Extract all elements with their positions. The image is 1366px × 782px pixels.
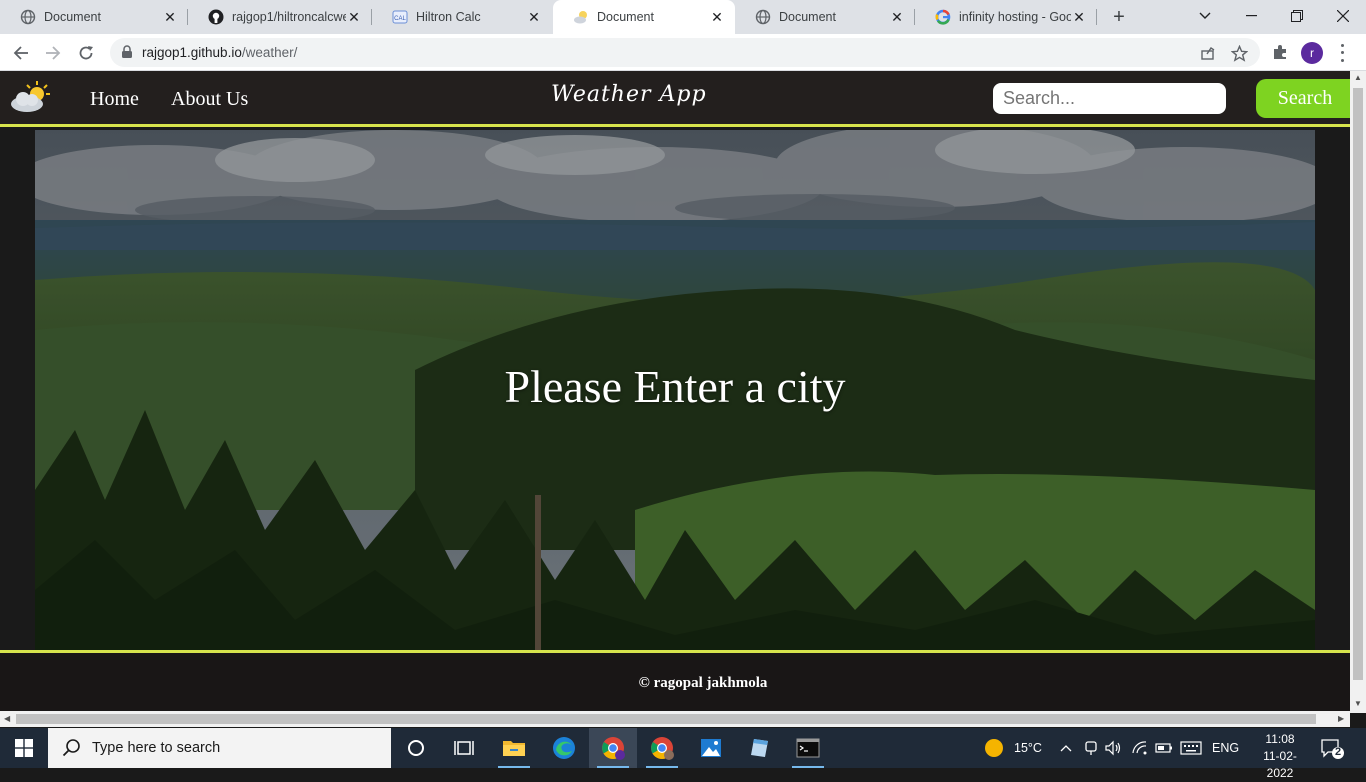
nav-about-link[interactable]: About Us bbox=[171, 88, 248, 111]
back-arrow-icon[interactable] bbox=[8, 40, 34, 66]
windows-logo-icon bbox=[15, 739, 33, 757]
horizontal-scrollbar[interactable]: ◀ ▶ bbox=[0, 711, 1350, 727]
browser-toolbar: rajgop1.github.io/weather/ r bbox=[0, 34, 1366, 71]
site-navbar: Home About Us Weather App Search bbox=[0, 71, 1350, 127]
address-bar[interactable]: rajgop1.github.io/weather/ bbox=[110, 38, 1260, 67]
file-explorer-icon[interactable] bbox=[490, 728, 538, 768]
hero-message: Please Enter a city bbox=[504, 361, 846, 412]
calc-icon: CAL bbox=[392, 9, 408, 25]
cortana-circle-icon[interactable] bbox=[392, 728, 440, 768]
weather-logo-icon[interactable] bbox=[9, 80, 51, 114]
search-button[interactable]: Search bbox=[1256, 79, 1350, 118]
tab-search-icon[interactable] bbox=[1182, 0, 1228, 32]
browser-tab-4-active[interactable]: Document ✕ bbox=[553, 0, 735, 34]
close-tab-icon[interactable]: ✕ bbox=[1071, 9, 1087, 25]
tab-title: rajgop1/hiltroncalcwe bbox=[232, 10, 346, 24]
notification-center-icon[interactable]: 2 bbox=[1320, 738, 1344, 760]
horizontal-scroll-thumb[interactable] bbox=[16, 714, 1316, 724]
tab-title: Document bbox=[44, 10, 101, 24]
clock-time: 11:08 bbox=[1265, 732, 1295, 746]
github-icon bbox=[208, 9, 224, 25]
wifi-icon[interactable] bbox=[1131, 728, 1149, 768]
battery-icon[interactable] bbox=[1155, 728, 1173, 768]
minimize-button[interactable] bbox=[1228, 0, 1274, 32]
browser-tab-2[interactable]: rajgop1/hiltroncalcwe ✕ bbox=[188, 0, 372, 34]
show-hidden-icons-chevron-icon[interactable] bbox=[1060, 728, 1072, 768]
url-path: /weather/ bbox=[241, 45, 298, 60]
scroll-up-arrow-icon[interactable]: ▲ bbox=[1354, 73, 1362, 82]
volume-icon[interactable] bbox=[1105, 728, 1123, 768]
touch-keyboard-icon[interactable] bbox=[1180, 728, 1202, 768]
photos-app-icon[interactable] bbox=[687, 728, 735, 768]
meet-now-icon[interactable] bbox=[1084, 728, 1098, 768]
tab-title: infinity hosting - Goo bbox=[959, 10, 1071, 24]
weather-icon bbox=[573, 9, 589, 25]
browser-tab-6[interactable]: infinity hosting - Goo ✕ bbox=[915, 0, 1097, 34]
taskbar-search-placeholder: Type here to search bbox=[92, 740, 221, 756]
weather-temperature: 15°C bbox=[1014, 741, 1042, 755]
notepad-app-icon[interactable] bbox=[736, 728, 784, 768]
sun-icon bbox=[985, 739, 1003, 757]
edge-browser-icon[interactable] bbox=[540, 728, 588, 768]
reload-icon[interactable] bbox=[73, 40, 99, 66]
close-tab-icon[interactable]: ✕ bbox=[526, 9, 542, 25]
language-indicator[interactable]: ENG bbox=[1212, 728, 1239, 768]
terminal-app-icon[interactable] bbox=[784, 728, 832, 768]
vertical-scrollbar[interactable]: ▲ ▼ bbox=[1350, 71, 1366, 713]
url-host: rajgop1.github.io bbox=[142, 45, 242, 60]
extensions-puzzle-icon[interactable] bbox=[1270, 42, 1290, 62]
search-icon bbox=[62, 739, 80, 757]
tab-title: Document bbox=[597, 10, 654, 24]
taskbar-search-box[interactable]: Type here to search bbox=[48, 728, 391, 768]
tab-title: Document bbox=[779, 10, 836, 24]
browser-tab-1[interactable]: Document ✕ bbox=[0, 0, 188, 34]
close-tab-icon[interactable]: ✕ bbox=[162, 9, 178, 25]
restore-button[interactable] bbox=[1274, 0, 1320, 32]
scroll-down-arrow-icon[interactable]: ▼ bbox=[1354, 699, 1362, 708]
vertical-scroll-thumb[interactable] bbox=[1353, 88, 1363, 680]
notification-count: 2 bbox=[1334, 746, 1342, 758]
windows-taskbar: Type here to search 15°C ENG 11:08 11-02… bbox=[0, 728, 1366, 780]
scroll-left-arrow-icon[interactable]: ◀ bbox=[4, 714, 10, 723]
browser-menu-icon[interactable] bbox=[1334, 42, 1350, 64]
browser-tab-5[interactable]: Document ✕ bbox=[735, 0, 915, 34]
new-tab-button[interactable]: + bbox=[1108, 6, 1130, 28]
browser-tab-strip: Document ✕ rajgop1/hiltroncalcwe ✕ CAL H… bbox=[0, 0, 1366, 34]
tab-title: Hiltron Calc bbox=[416, 10, 481, 24]
close-tab-icon[interactable]: ✕ bbox=[346, 9, 362, 25]
clock-date: 11-02-2022 bbox=[1263, 749, 1297, 780]
lock-icon bbox=[122, 45, 132, 58]
globe-icon bbox=[755, 9, 771, 25]
browser-tab-3[interactable]: CAL Hiltron Calc ✕ bbox=[372, 0, 552, 34]
windows-start-button[interactable] bbox=[0, 728, 48, 768]
site-brand-title: Weather App bbox=[551, 82, 707, 107]
forward-arrow-icon[interactable] bbox=[40, 40, 66, 66]
task-view-icon[interactable] bbox=[440, 728, 488, 768]
scroll-right-arrow-icon[interactable]: ▶ bbox=[1338, 714, 1344, 723]
url-text: rajgop1.github.io/weather/ bbox=[142, 45, 297, 60]
close-window-button[interactable] bbox=[1320, 0, 1366, 32]
bookmark-star-icon[interactable] bbox=[1230, 44, 1248, 62]
chrome-profile-1-icon[interactable] bbox=[589, 728, 637, 768]
weather-widget[interactable]: 15°C bbox=[984, 728, 1042, 768]
svg-text:CAL: CAL bbox=[394, 16, 406, 22]
google-icon bbox=[935, 9, 951, 25]
chrome-profile-2-icon[interactable] bbox=[638, 728, 686, 768]
close-tab-icon[interactable]: ✕ bbox=[709, 9, 725, 25]
taskbar-clock[interactable]: 11:08 11-02-2022 bbox=[1252, 731, 1308, 782]
profile-avatar[interactable]: r bbox=[1301, 42, 1323, 64]
weather-app-page: Home About Us Weather App Search... Sear… bbox=[0, 71, 1350, 713]
footer-copyright: © ragopal jakhmola bbox=[638, 675, 768, 691]
site-footer: © ragopal jakhmola bbox=[0, 650, 1350, 713]
share-icon[interactable] bbox=[1199, 44, 1217, 62]
hero-banner: Please Enter a city bbox=[35, 130, 1315, 650]
close-tab-icon[interactable]: ✕ bbox=[889, 9, 905, 25]
nav-home-link[interactable]: Home bbox=[90, 88, 139, 111]
city-search-input[interactable] bbox=[993, 83, 1226, 114]
globe-icon bbox=[20, 9, 36, 25]
